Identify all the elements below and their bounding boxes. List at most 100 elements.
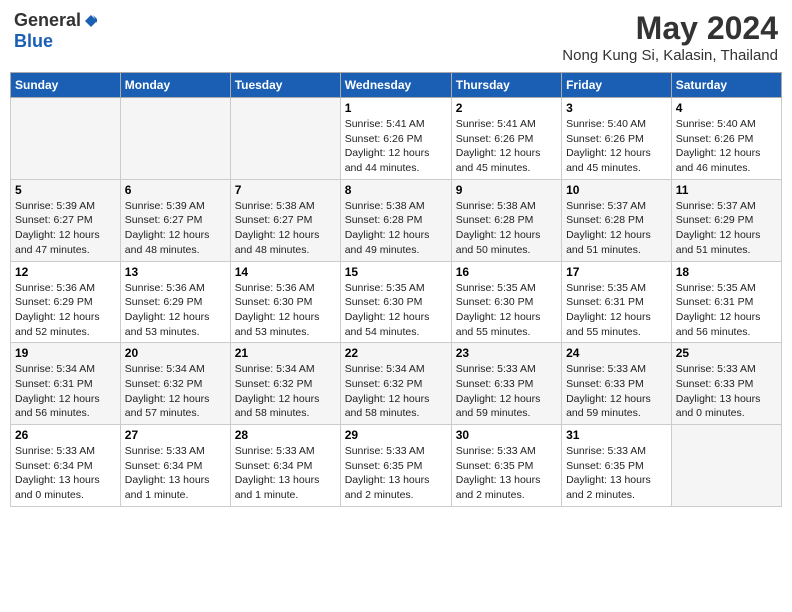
day-number: 15: [345, 265, 447, 279]
calendar-week-row: 1 Sunrise: 5:41 AM Sunset: 6:26 PM Daylig…: [11, 98, 782, 180]
page-header: General Blue May 2024 Nong Kung Si, Kala…: [10, 10, 782, 64]
day-info: Sunrise: 5:33 AM Sunset: 6:34 PM Dayligh…: [235, 444, 336, 503]
table-row: 7 Sunrise: 5:38 AM Sunset: 6:27 PM Daylig…: [230, 179, 340, 261]
header-tuesday: Tuesday: [230, 73, 340, 98]
day-number: 6: [125, 183, 226, 197]
day-info: Sunrise: 5:41 AM Sunset: 6:26 PM Dayligh…: [345, 117, 447, 176]
day-number: 24: [566, 346, 667, 360]
table-row: [671, 425, 781, 507]
day-info: Sunrise: 5:33 AM Sunset: 6:35 PM Dayligh…: [456, 444, 557, 503]
table-row: 4 Sunrise: 5:40 AM Sunset: 6:26 PM Daylig…: [671, 98, 781, 180]
day-info: Sunrise: 5:38 AM Sunset: 6:28 PM Dayligh…: [456, 199, 557, 258]
table-row: 23 Sunrise: 5:33 AM Sunset: 6:33 PM Dayli…: [451, 343, 561, 425]
day-info: Sunrise: 5:34 AM Sunset: 6:32 PM Dayligh…: [125, 362, 226, 421]
day-info: Sunrise: 5:34 AM Sunset: 6:32 PM Dayligh…: [235, 362, 336, 421]
day-info: Sunrise: 5:33 AM Sunset: 6:34 PM Dayligh…: [15, 444, 116, 503]
day-info: Sunrise: 5:40 AM Sunset: 6:26 PM Dayligh…: [676, 117, 777, 176]
day-info: Sunrise: 5:37 AM Sunset: 6:28 PM Dayligh…: [566, 199, 667, 258]
table-row: 16 Sunrise: 5:35 AM Sunset: 6:30 PM Dayli…: [451, 261, 561, 343]
day-number: 7: [235, 183, 336, 197]
table-row: 13 Sunrise: 5:36 AM Sunset: 6:29 PM Dayli…: [120, 261, 230, 343]
day-number: 4: [676, 101, 777, 115]
logo: General Blue: [14, 10, 99, 52]
day-number: 29: [345, 428, 447, 442]
day-info: Sunrise: 5:35 AM Sunset: 6:31 PM Dayligh…: [566, 281, 667, 340]
day-number: 22: [345, 346, 447, 360]
logo-blue: Blue: [14, 31, 53, 52]
day-number: 28: [235, 428, 336, 442]
day-info: Sunrise: 5:34 AM Sunset: 6:31 PM Dayligh…: [15, 362, 116, 421]
day-number: 9: [456, 183, 557, 197]
day-info: Sunrise: 5:33 AM Sunset: 6:34 PM Dayligh…: [125, 444, 226, 503]
header-monday: Monday: [120, 73, 230, 98]
table-row: 12Sunrise: 5:36 AM Sunset: 6:29 PM Dayli…: [11, 261, 121, 343]
table-row: 26 Sunrise: 5:33 AM Sunset: 6:34 PM Dayli…: [11, 425, 121, 507]
table-row: 24 Sunrise: 5:33 AM Sunset: 6:33 PM Dayli…: [562, 343, 672, 425]
title-block: May 2024 Nong Kung Si, Kalasin, Thailand: [562, 10, 778, 64]
day-info: Sunrise: 5:36 AM Sunset: 6:29 PM Dayligh…: [125, 281, 226, 340]
day-info: Sunrise: 5:35 AM Sunset: 6:30 PM Dayligh…: [456, 281, 557, 340]
day-number: 11: [676, 183, 777, 197]
calendar-table: Sunday Monday Tuesday Wednesday Thursday…: [10, 72, 782, 507]
day-number: 18: [676, 265, 777, 279]
day-info: Sunrise: 5:33 AM Sunset: 6:33 PM Dayligh…: [676, 362, 777, 421]
calendar-header-row: Sunday Monday Tuesday Wednesday Thursday…: [11, 73, 782, 98]
day-number: 16: [456, 265, 557, 279]
day-number: 20: [125, 346, 226, 360]
day-info: Sunrise: 5:33 AM Sunset: 6:33 PM Dayligh…: [456, 362, 557, 421]
day-number: 26: [15, 428, 116, 442]
table-row: 3Sunrise: 5:40 AM Sunset: 6:26 PM Daylig…: [562, 98, 672, 180]
header-sunday: Sunday: [11, 73, 121, 98]
table-row: 28 Sunrise: 5:33 AM Sunset: 6:34 PM Dayli…: [230, 425, 340, 507]
header-saturday: Saturday: [671, 73, 781, 98]
calendar-week-row: 12Sunrise: 5:36 AM Sunset: 6:29 PM Dayli…: [11, 261, 782, 343]
day-info: Sunrise: 5:33 AM Sunset: 6:33 PM Dayligh…: [566, 362, 667, 421]
day-number: 23: [456, 346, 557, 360]
table-row: 25 Sunrise: 5:33 AM Sunset: 6:33 PM Dayli…: [671, 343, 781, 425]
day-number: 25: [676, 346, 777, 360]
table-row: 21Sunrise: 5:34 AM Sunset: 6:32 PM Dayli…: [230, 343, 340, 425]
table-row: 2Sunrise: 5:41 AM Sunset: 6:26 PM Daylig…: [451, 98, 561, 180]
table-row: 30 Sunrise: 5:33 AM Sunset: 6:35 PM Dayli…: [451, 425, 561, 507]
header-wednesday: Wednesday: [340, 73, 451, 98]
table-row: 10 Sunrise: 5:37 AM Sunset: 6:28 PM Dayli…: [562, 179, 672, 261]
day-info: Sunrise: 5:38 AM Sunset: 6:27 PM Dayligh…: [235, 199, 336, 258]
location-subtitle: Nong Kung Si, Kalasin, Thailand: [562, 47, 778, 64]
table-row: [11, 98, 121, 180]
day-number: 19: [15, 346, 116, 360]
header-thursday: Thursday: [451, 73, 561, 98]
day-number: 27: [125, 428, 226, 442]
day-info: Sunrise: 5:35 AM Sunset: 6:31 PM Dayligh…: [676, 281, 777, 340]
day-number: 30: [456, 428, 557, 442]
table-row: 20 Sunrise: 5:34 AM Sunset: 6:32 PM Dayli…: [120, 343, 230, 425]
day-info: Sunrise: 5:40 AM Sunset: 6:26 PM Dayligh…: [566, 117, 667, 176]
day-info: Sunrise: 5:33 AM Sunset: 6:35 PM Dayligh…: [345, 444, 447, 503]
table-row: 11 Sunrise: 5:37 AM Sunset: 6:29 PM Dayli…: [671, 179, 781, 261]
table-row: 18 Sunrise: 5:35 AM Sunset: 6:31 PM Dayli…: [671, 261, 781, 343]
day-number: 13: [125, 265, 226, 279]
table-row: 27 Sunrise: 5:33 AM Sunset: 6:34 PM Dayli…: [120, 425, 230, 507]
table-row: 19 Sunrise: 5:34 AM Sunset: 6:31 PM Dayli…: [11, 343, 121, 425]
day-number: 10: [566, 183, 667, 197]
table-row: 31Sunrise: 5:33 AM Sunset: 6:35 PM Dayli…: [562, 425, 672, 507]
day-info: Sunrise: 5:34 AM Sunset: 6:32 PM Dayligh…: [345, 362, 447, 421]
table-row: 1 Sunrise: 5:41 AM Sunset: 6:26 PM Daylig…: [340, 98, 451, 180]
calendar-week-row: 19 Sunrise: 5:34 AM Sunset: 6:31 PM Dayli…: [11, 343, 782, 425]
day-number: 14: [235, 265, 336, 279]
day-number: 5: [15, 183, 116, 197]
logo-general: General: [14, 10, 81, 31]
calendar-week-row: 5 Sunrise: 5:39 AM Sunset: 6:27 PM Daylig…: [11, 179, 782, 261]
table-row: 22 Sunrise: 5:34 AM Sunset: 6:32 PM Dayli…: [340, 343, 451, 425]
day-number: 1: [345, 101, 447, 115]
day-number: 17: [566, 265, 667, 279]
logo-icon: [83, 13, 99, 29]
day-number: 31: [566, 428, 667, 442]
day-info: Sunrise: 5:37 AM Sunset: 6:29 PM Dayligh…: [676, 199, 777, 258]
table-row: [230, 98, 340, 180]
day-number: 8: [345, 183, 447, 197]
table-row: 9 Sunrise: 5:38 AM Sunset: 6:28 PM Daylig…: [451, 179, 561, 261]
day-number: 2: [456, 101, 557, 115]
day-info: Sunrise: 5:39 AM Sunset: 6:27 PM Dayligh…: [15, 199, 116, 258]
table-row: 14Sunrise: 5:36 AM Sunset: 6:30 PM Dayli…: [230, 261, 340, 343]
day-info: Sunrise: 5:38 AM Sunset: 6:28 PM Dayligh…: [345, 199, 447, 258]
